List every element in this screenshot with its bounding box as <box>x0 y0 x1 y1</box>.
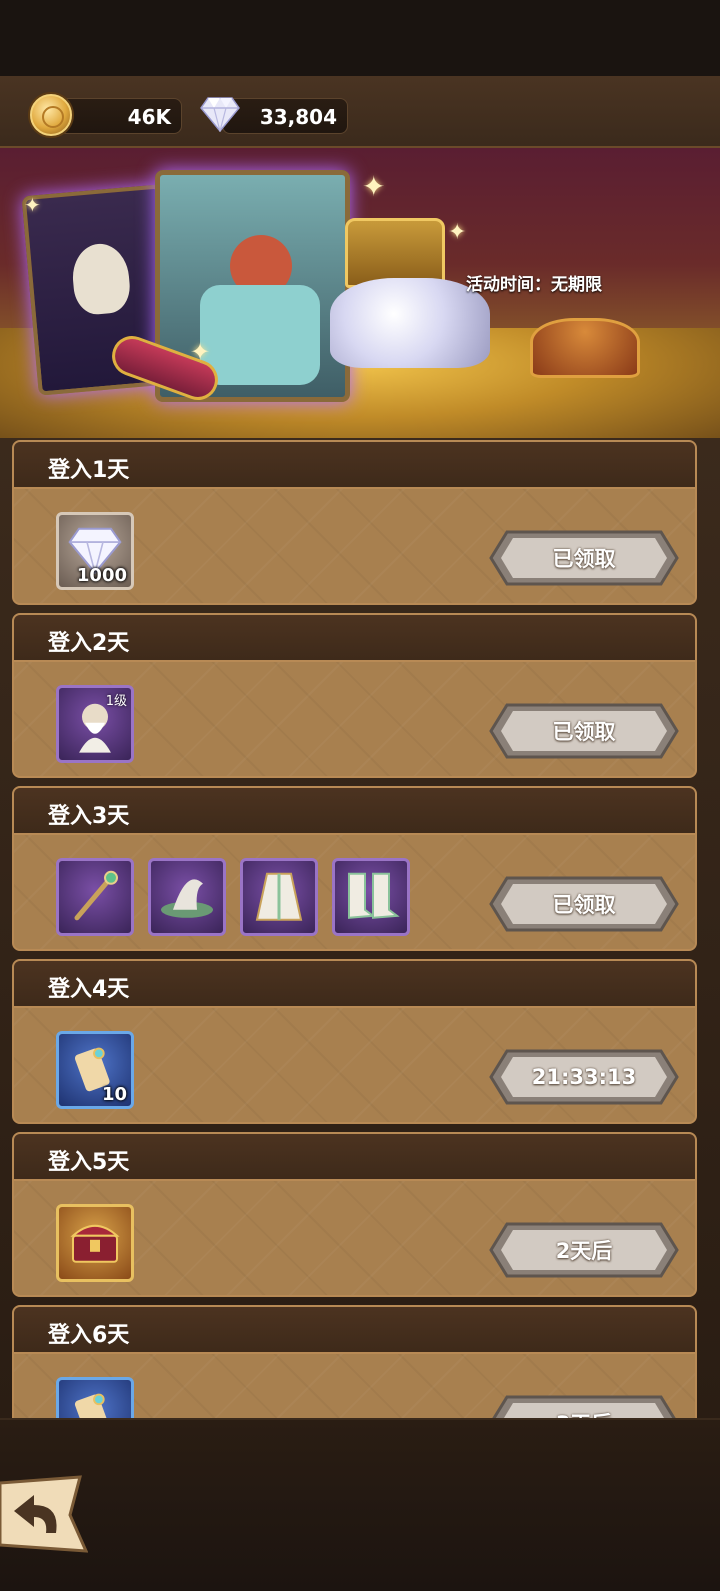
sparkle-icon: ✦ <box>24 193 41 217</box>
claim-status: 已领取 <box>552 720 616 744</box>
claim-button[interactable]: 已领取 <box>489 530 679 586</box>
countdown-button[interactable]: 2天后 <box>489 1222 679 1278</box>
gold-counter: 46K <box>56 98 182 134</box>
staff-icon <box>74 870 118 921</box>
card-title: 登入1天 <box>48 458 130 483</box>
sparkle-icon: ✦ <box>448 220 467 245</box>
reward-item[interactable] <box>56 858 134 936</box>
claim-status: 21:33:13 <box>531 1065 637 1089</box>
claim-button[interactable]: 已领取 <box>489 876 679 932</box>
reward-item[interactable]: 1000 <box>56 512 134 590</box>
card-title: 登入6天 <box>48 1323 130 1348</box>
robe-icon <box>255 872 303 921</box>
item-level: 1级 <box>105 694 127 709</box>
wizard-hat-icon <box>161 879 213 918</box>
claim-status: 已领取 <box>552 547 616 571</box>
reward-card-day-3: 登入3天 已领取 <box>12 786 697 951</box>
item-count: 1000 <box>76 565 127 586</box>
event-banner: ✦ ✦ ✦ ✦ 活动时间：无期限 <box>0 148 720 438</box>
reward-card-day-1: 登入1天 1000 已领取 <box>12 440 697 605</box>
diamond-value: 33,804 <box>259 105 337 129</box>
status-bar <box>0 0 720 76</box>
item-count: 10 <box>101 1084 127 1105</box>
gold-coin-icon <box>30 94 72 136</box>
gold-value: 46K <box>127 105 171 129</box>
scroll-icon <box>74 1393 110 1418</box>
diamond-counter: 33,804 <box>222 98 348 134</box>
diamond-icon <box>200 97 240 132</box>
event-time-text: 活动时间：无期限 <box>466 275 602 295</box>
boots-icon <box>348 872 400 919</box>
card-title: 登入2天 <box>48 631 130 656</box>
reward-card-day-5: 登入5天 2天后 <box>12 1132 697 1297</box>
reward-card-day-4: 登入4天 10 21:33:13 <box>12 959 697 1124</box>
login-reward-list[interactable]: 登入1天 1000 已领取 登入2天 1级 已领取 登入3天 已领取 登入4天 … <box>0 438 720 1418</box>
sparkle-icon: ✦ <box>190 338 211 366</box>
claim-status: 已领取 <box>552 893 616 917</box>
claim-button[interactable]: 已领取 <box>489 703 679 759</box>
countdown-button[interactable]: 21:33:13 <box>489 1049 679 1105</box>
back-arrow-icon[interactable] <box>0 1475 88 1553</box>
claim-status: 3天后 <box>556 1408 613 1418</box>
countdown-button[interactable]: 3天后 <box>489 1395 679 1418</box>
reward-item[interactable]: 1级 <box>56 685 134 763</box>
claim-status: 2天后 <box>555 1239 613 1263</box>
card-title: 登入5天 <box>48 1150 130 1175</box>
bottom-bar <box>0 1418 720 1591</box>
reward-item[interactable] <box>240 858 318 936</box>
reward-item[interactable] <box>332 858 410 936</box>
treasure-chest-icon <box>70 1224 120 1263</box>
reward-item[interactable] <box>56 1204 134 1282</box>
sparkle-icon: ✦ <box>362 170 386 203</box>
crown-decoration <box>530 318 640 378</box>
reward-item[interactable]: 10 <box>56 1031 134 1109</box>
reward-item[interactable] <box>148 858 226 936</box>
resource-bar: 46K 33,804 <box>0 76 720 148</box>
card-title: 登入3天 <box>48 804 130 829</box>
card-title: 登入4天 <box>48 977 130 1002</box>
reward-card-day-2: 登入2天 1级 已领取 <box>12 613 697 778</box>
reward-card-day-6: 登入6天 3天后 <box>12 1305 697 1418</box>
reward-item[interactable] <box>56 1377 134 1418</box>
